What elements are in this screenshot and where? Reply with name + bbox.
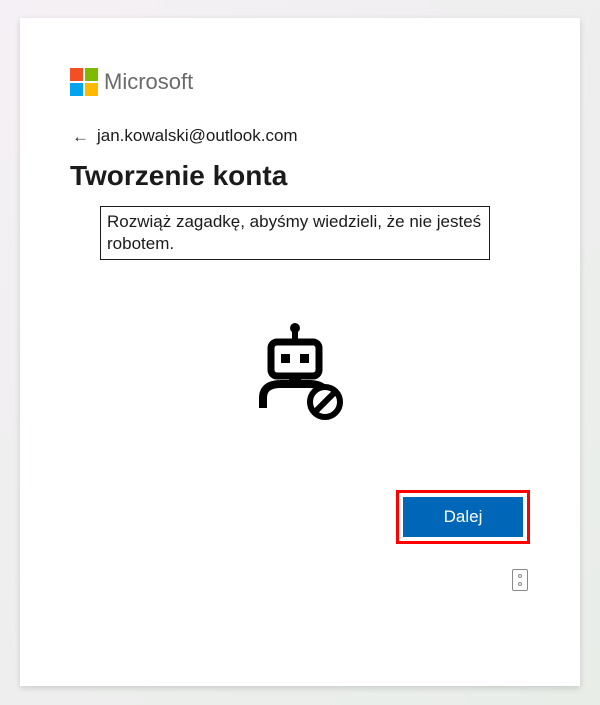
logo-row: Microsoft xyxy=(70,68,530,96)
captcha-area xyxy=(70,320,530,430)
identity-row: ← jan.kowalski@outlook.com xyxy=(72,126,530,146)
privacy-info-icon[interactable] xyxy=(512,569,528,591)
signup-card: Microsoft ← jan.kowalski@outlook.com Two… xyxy=(20,18,580,686)
microsoft-logo-icon xyxy=(70,68,98,96)
button-row: Dalej xyxy=(70,490,530,544)
highlight-annotation: Dalej xyxy=(396,490,530,544)
account-email: jan.kowalski@outlook.com xyxy=(97,126,298,146)
captcha-instruction: Rozwiąż zagadkę, abyśmy wiedzieli, że ni… xyxy=(100,206,490,260)
no-robot-icon xyxy=(245,320,355,430)
page-title: Tworzenie konta xyxy=(70,160,530,192)
brand-name: Microsoft xyxy=(104,69,193,95)
next-button[interactable]: Dalej xyxy=(403,497,523,537)
back-arrow-icon[interactable]: ← xyxy=(72,128,89,145)
